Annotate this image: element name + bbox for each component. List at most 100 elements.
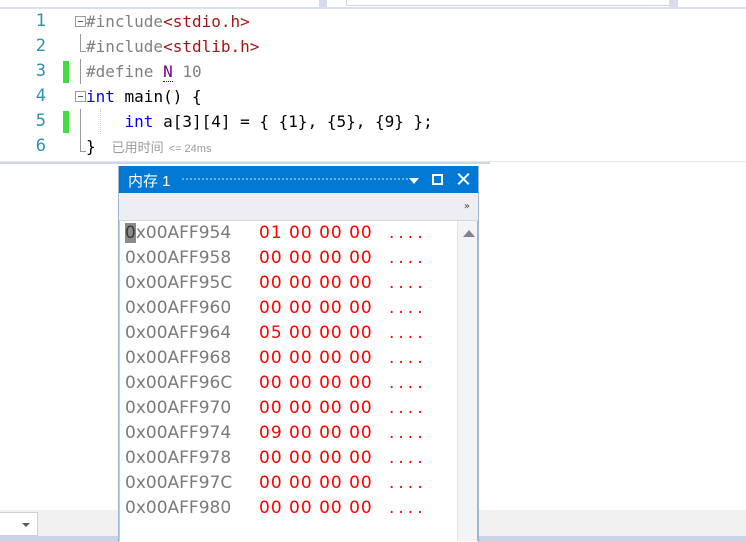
code-token: #define: [86, 62, 164, 81]
memory-row[interactable]: 0x00AFF97C 00 00 00 00....: [119, 471, 449, 496]
line-number: 2: [35, 36, 46, 56]
fold-region-line: [80, 59, 81, 84]
memory-address: 0x00AFF95C: [125, 271, 232, 296]
code-line[interactable]: 4 int main() {: [0, 84, 746, 109]
memory-address-text: x00AFF968: [135, 348, 232, 368]
memory-row[interactable]: 0x00AFF95C 00 00 00 00....: [119, 271, 449, 296]
memory-address: 0x00AFF960: [125, 296, 231, 321]
memory-bytes[interactable]: 00 00 00 00: [259, 296, 373, 321]
memory-address: 0x00AFF978: [125, 446, 231, 471]
memory-address: 0x00AFF964: [125, 321, 231, 346]
memory-address-text: x00AFF980: [135, 498, 232, 518]
memory-window-maximize-button[interactable]: [426, 166, 450, 193]
memory-address-text: x00AFF970: [135, 398, 232, 418]
memory-row[interactable]: 0x00AFF964 05 00 00 00....: [119, 321, 449, 346]
memory-row[interactable]: 0x00AFF96C 00 00 00 00....: [119, 371, 449, 396]
memory-address: 0x00AFF958: [125, 246, 231, 271]
chevron-down-icon[interactable]: [22, 523, 30, 527]
memory-window-titlebar[interactable]: 内存 1: [119, 166, 478, 193]
memory-address-text: x00AFF974: [135, 423, 232, 443]
memory-address-text: x00AFF978: [135, 448, 232, 468]
memory-ascii: ....: [389, 298, 427, 318]
zoom-combobox[interactable]: %: [0, 512, 38, 536]
code-line[interactable]: 3 #define N 10: [0, 59, 746, 84]
memory-bytes[interactable]: 09 00 00 00: [259, 421, 373, 446]
memory-ascii: ....: [389, 223, 427, 243]
memory-bytes[interactable]: 00 00 00 00: [259, 446, 373, 471]
memory-address-cursor-char: 0: [125, 323, 136, 343]
memory-ascii: ....: [389, 448, 427, 468]
memory-window-title: 内存 1: [128, 173, 171, 190]
toolbar-overflow-icon[interactable]: »: [464, 201, 472, 212]
memory-row[interactable]: 0x00AFF980 00 00 00 00....: [119, 496, 449, 521]
close-icon: [456, 172, 470, 186]
code-line-list: 1 #include<stdio.h> 2 #include<stdlib.h> 3 #d…: [0, 9, 746, 159]
toolbar-group: [346, 0, 670, 6]
memory-address-cursor-char: 0: [125, 498, 136, 518]
code-text: #define N 10: [86, 59, 202, 84]
line-number: 6: [35, 136, 46, 156]
memory-window-close-button[interactable]: [451, 166, 475, 193]
memory-bytes[interactable]: 00 00 00 00: [259, 396, 373, 421]
code-line[interactable]: 2 #include<stdlib.h>: [0, 34, 746, 59]
memory-address-cursor-char: 0: [125, 448, 136, 468]
code-token: main() {: [114, 87, 202, 106]
memory-address-cursor-char: 0: [125, 423, 136, 443]
code-token: 10: [172, 62, 202, 81]
line-number: 4: [35, 86, 46, 106]
toolbar-drag-handle-left[interactable]: [319, 0, 327, 7]
memory-ascii: ....: [389, 473, 427, 493]
memory-ascii: ....: [389, 423, 427, 443]
fold-collapse-icon[interactable]: [75, 16, 86, 27]
scroll-up-icon[interactable]: [463, 230, 475, 237]
toolbar-drag-handle-right[interactable]: [669, 0, 678, 7]
memory-row[interactable]: 0x00AFF970 00 00 00 00....: [119, 396, 449, 421]
code-line[interactable]: 6 } 已用时间 <= 24ms: [0, 134, 746, 159]
code-line[interactable]: 5 int a[3][4] = { {1}, {5}, {9} };: [0, 109, 746, 134]
code-line[interactable]: 1 #include<stdio.h>: [0, 9, 746, 34]
memory-address-text: x00AFF960: [135, 298, 232, 318]
editor-divider-accent: [0, 162, 490, 164]
memory-ascii: ....: [389, 348, 427, 368]
change-indicator: [63, 111, 69, 133]
memory-address-cursor-char: 0: [125, 223, 136, 243]
memory-bytes[interactable]: 00 00 00 00: [259, 471, 373, 496]
code-token: <stdlib.h>: [163, 37, 260, 56]
memory-address: 0x00AFF97C: [125, 471, 232, 496]
memory-bytes[interactable]: 05 00 00 00: [259, 321, 373, 346]
line-number: 3: [35, 61, 46, 81]
memory-row-list: 0x00AFF954 01 00 00 00.... 0x00AFF958 00 00…: [119, 221, 449, 521]
fold-collapse-icon[interactable]: [75, 91, 86, 102]
memory-bytes[interactable]: 01 00 00 00: [259, 221, 373, 246]
memory-address-cursor-char: 0: [125, 298, 136, 318]
memory-ascii: ....: [389, 373, 427, 393]
code-text: int main() {: [86, 84, 202, 109]
scrollbar-edge: [477, 221, 478, 541]
memory-address-cursor-char: 0: [125, 473, 136, 493]
memory-row[interactable]: 0x00AFF978 00 00 00 00....: [119, 446, 449, 471]
code-text: } 已用时间 <= 24ms: [86, 134, 211, 159]
memory-address-text: x00AFF964: [135, 323, 232, 343]
memory-bytes[interactable]: 00 00 00 00: [259, 371, 373, 396]
memory-window-dropdown-button[interactable]: [402, 166, 426, 193]
memory-window-toolbar[interactable]: »: [119, 193, 478, 221]
memory-window-body[interactable]: 0x00AFF954 01 00 00 00.... 0x00AFF958 00 00…: [119, 221, 478, 541]
memory-address-cursor-char: 0: [125, 373, 136, 393]
memory-bytes[interactable]: 00 00 00 00: [259, 246, 373, 271]
memory-ascii: ....: [389, 498, 427, 518]
memory-row[interactable]: 0x00AFF960 00 00 00 00....: [119, 296, 449, 321]
toolbar-strip: [0, 0, 746, 9]
memory-row[interactable]: 0x00AFF954 01 00 00 00....: [119, 221, 449, 246]
memory-scrollbar[interactable]: [457, 221, 478, 541]
memory-row[interactable]: 0x00AFF958 00 00 00 00....: [119, 246, 449, 271]
memory-address-text: x00AFF97C: [135, 473, 233, 493]
memory-bytes[interactable]: 00 00 00 00: [259, 496, 373, 521]
memory-bytes[interactable]: 00 00 00 00: [259, 346, 373, 371]
memory-row[interactable]: 0x00AFF974 09 00 00 00....: [119, 421, 449, 446]
memory-bytes[interactable]: 00 00 00 00: [259, 271, 373, 296]
memory-address-cursor-char: 0: [125, 398, 136, 418]
memory-address-cursor-char: 0: [125, 273, 136, 293]
memory-row[interactable]: 0x00AFF968 00 00 00 00....: [119, 346, 449, 371]
code-token: int: [124, 112, 154, 131]
app-root: 1 #include<stdio.h> 2 #include<stdlib.h> 3 #d…: [0, 0, 746, 542]
